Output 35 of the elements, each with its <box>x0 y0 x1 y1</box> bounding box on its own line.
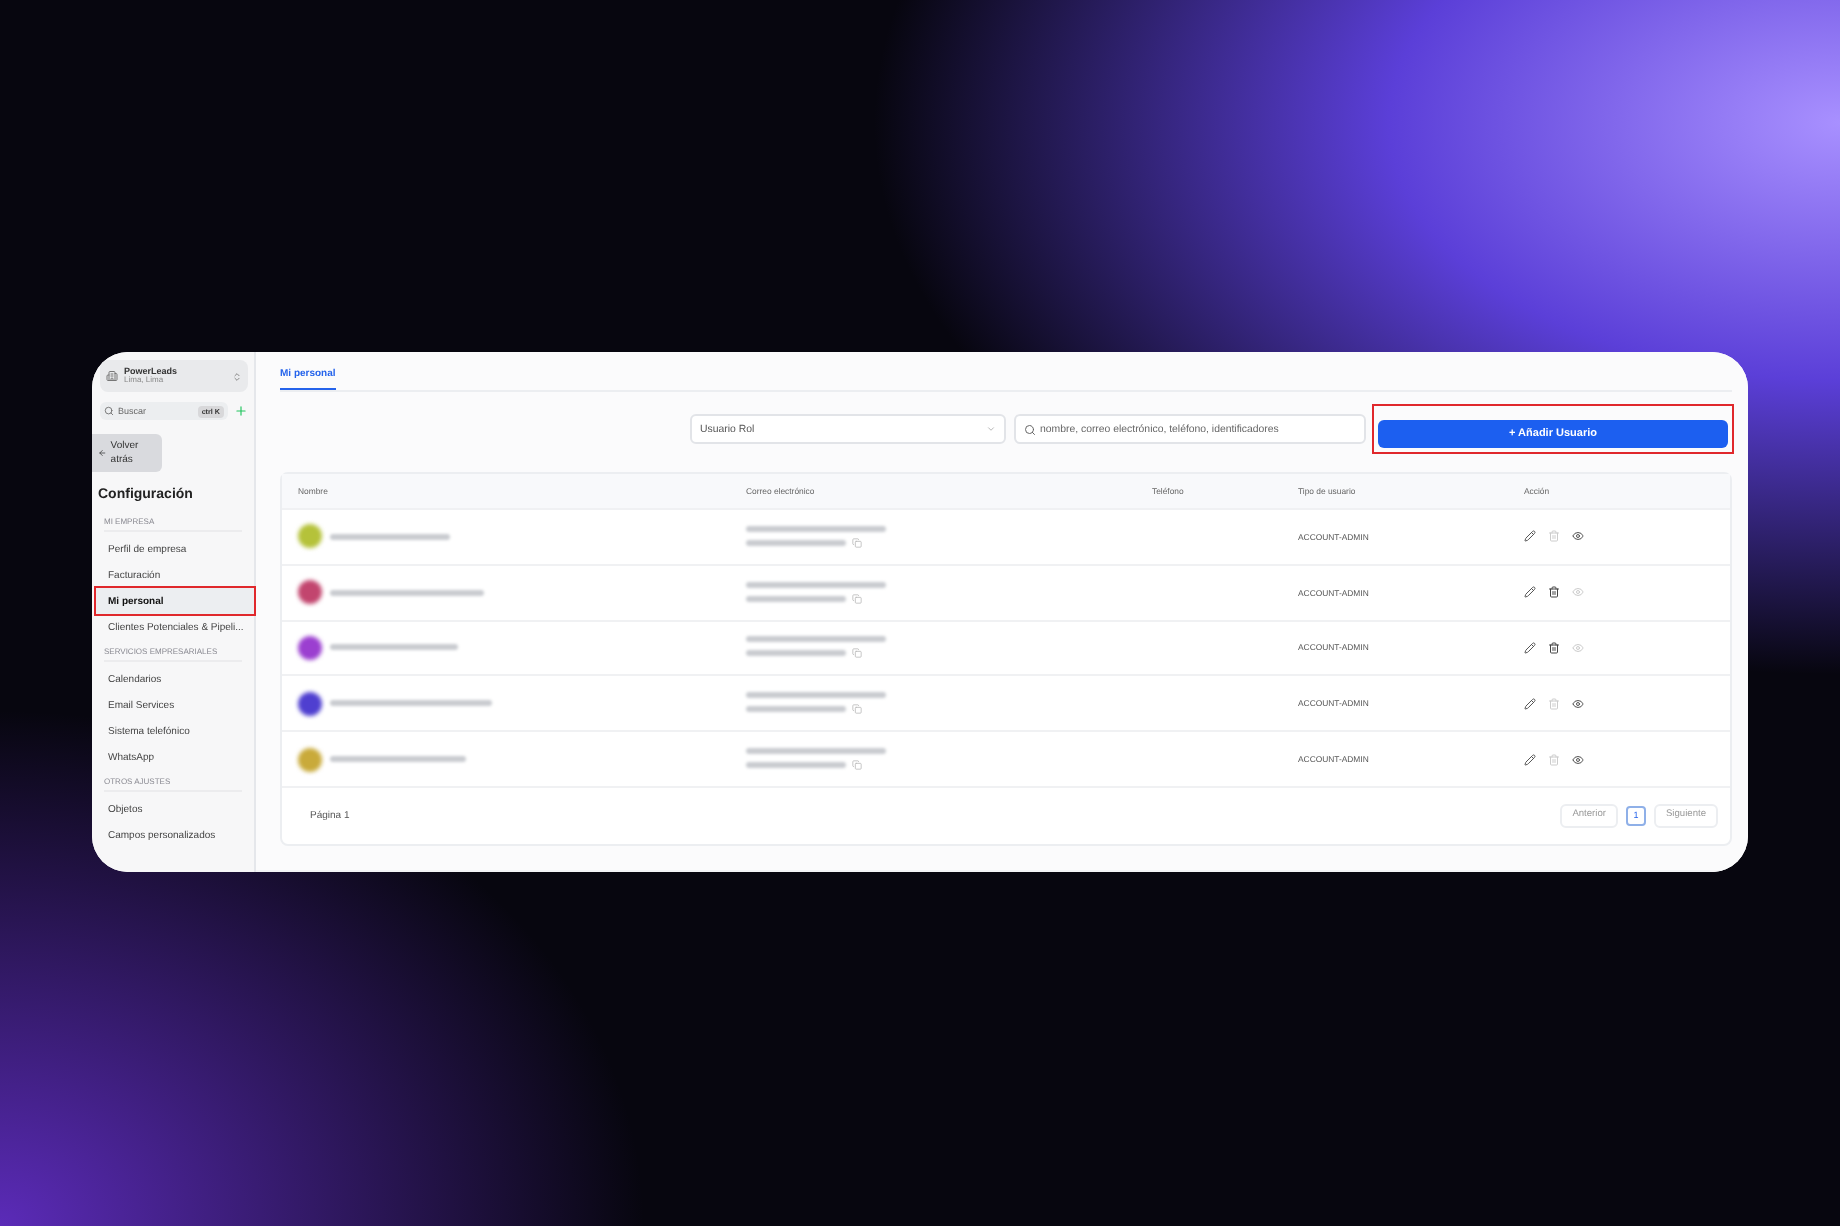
redacted-text <box>746 706 846 713</box>
edit-icon[interactable] <box>1524 530 1536 543</box>
redacted-text <box>746 650 846 657</box>
redacted-text <box>746 595 846 602</box>
redacted-text <box>746 762 846 769</box>
chevrons-icon <box>232 371 242 381</box>
redacted-text <box>746 636 886 643</box>
eye-icon[interactable] <box>1572 697 1584 710</box>
arrow-left-icon <box>98 448 107 458</box>
redacted-text <box>330 533 450 540</box>
copy-icon[interactable] <box>852 593 862 604</box>
copy-icon[interactable] <box>852 760 862 771</box>
search-icon <box>1024 423 1036 435</box>
trash-icon[interactable] <box>1548 641 1560 654</box>
edit-icon[interactable] <box>1524 697 1536 710</box>
redacted-text <box>746 525 886 532</box>
trash-icon[interactable] <box>1548 586 1560 599</box>
building-icon <box>106 370 118 382</box>
redacted-text <box>330 644 458 651</box>
edit-icon[interactable] <box>1524 641 1536 654</box>
eye-icon[interactable] <box>1572 753 1584 766</box>
plus-icon[interactable] <box>234 404 248 418</box>
search-icon <box>104 406 114 416</box>
copy-icon[interactable] <box>852 704 862 715</box>
redacted-text <box>746 692 886 699</box>
copy-icon[interactable] <box>852 648 862 659</box>
chevron-down-icon <box>986 424 996 434</box>
redacted-text <box>746 581 886 588</box>
edit-icon[interactable] <box>1524 753 1536 766</box>
redacted-text <box>330 756 466 763</box>
redacted-text <box>746 748 886 755</box>
eye-icon[interactable] <box>1572 530 1584 543</box>
edit-icon[interactable] <box>1524 586 1536 599</box>
redacted-text <box>746 539 846 546</box>
copy-icon[interactable] <box>852 537 862 548</box>
